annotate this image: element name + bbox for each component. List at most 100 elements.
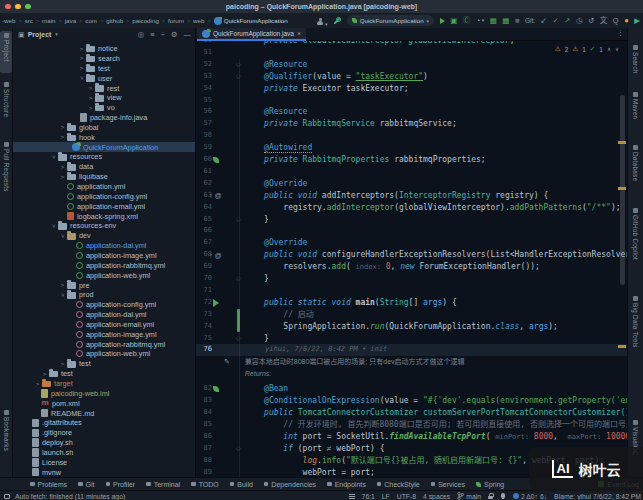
tree-item[interactable]: application-web.yml <box>13 349 195 359</box>
tree-item[interactable]: >resources-env <box>13 221 195 231</box>
tree-item[interactable]: >vo <box>13 103 195 113</box>
tool-window-button-todo[interactable]: TODO <box>191 481 219 488</box>
stripe-tab-project[interactable]: Project <box>0 31 12 73</box>
chevron-down-icon[interactable]: ▾ <box>482 13 485 28</box>
chevron-collapsed-icon[interactable]: > <box>58 281 67 289</box>
history-icon[interactable]: ◷ <box>576 13 583 28</box>
hide-panel-icon[interactable]: — <box>184 30 192 39</box>
tree-item[interactable]: README.md <box>13 408 195 418</box>
indent-setting[interactable]: 4 spaces <box>423 493 450 500</box>
grid-icon[interactable] <box>349 494 355 499</box>
project-panel-title[interactable]: Project <box>28 31 52 38</box>
tool-window-button-dependencies[interactable]: Dependencies <box>264 481 316 488</box>
tree-item[interactable]: paicoding-web.iml <box>13 388 195 398</box>
plugin-orange-icon[interactable]: ● <box>624 13 629 28</box>
tree-item[interactable]: launch.sh <box>13 448 195 458</box>
inspection-widget[interactable]: ⚠2⚠1✓1∧∨ <box>555 45 619 53</box>
tree-item[interactable]: deploy.sh <box>13 438 195 448</box>
bell-icon[interactable] <box>500 493 506 499</box>
tree-item[interactable]: >liquibase <box>13 172 195 182</box>
tree-item[interactable]: >global <box>13 123 195 133</box>
tree-item[interactable]: mvnw <box>13 467 195 477</box>
tree-item[interactable]: >test <box>13 63 195 73</box>
breadcrumb-item[interactable]: QuickForumApplication <box>224 17 288 24</box>
chevron-collapsed-icon[interactable]: > <box>58 133 67 141</box>
fold-marker-icon[interactable]: ◇ <box>236 71 241 83</box>
breadcrumb-item[interactable]: web <box>193 17 204 24</box>
tree-item[interactable]: >hook <box>13 132 195 142</box>
tree-item[interactable]: application-email.yml <box>13 201 195 211</box>
tree-item[interactable]: application-image.yml <box>13 329 195 339</box>
breadcrumb-item[interactable]: -web <box>2 17 15 24</box>
tree-item[interactable]: application-config.yml <box>13 191 195 201</box>
wrench-icon[interactable] <box>333 17 341 25</box>
locate-file-icon[interactable]: ◎ <box>138 30 145 39</box>
tree-item[interactable]: >search <box>13 54 195 64</box>
chevron-expanded-icon[interactable]: > <box>78 74 86 83</box>
chevron-collapsed-icon[interactable]: > <box>77 45 86 53</box>
next-issue-icon[interactable]: ∨ <box>615 46 619 52</box>
tree-item[interactable]: .gitignore <box>13 428 195 438</box>
collapse-all-icon[interactable]: ≡ <box>150 30 154 39</box>
stripe-tab-maven[interactable]: Maven <box>628 92 643 138</box>
fold-marker-icon[interactable]: ◇ <box>236 443 241 455</box>
prev-issue-icon[interactable]: ∧ <box>607 46 611 52</box>
editor-tab[interactable]: QuickForumApplication.java × <box>197 28 306 41</box>
fold-marker-icon[interactable]: ◇ <box>236 333 241 345</box>
override-gutter-icon[interactable]: ↑ <box>209 252 213 259</box>
spring-bean-gutter-icon[interactable] <box>213 386 219 392</box>
tree-item[interactable]: application-config.yml <box>13 300 195 310</box>
tree-item[interactable]: logback-spring.xml <box>13 211 195 221</box>
tree-item[interactable]: >data <box>13 162 195 172</box>
override-gutter-icon[interactable]: ↑ <box>209 192 213 199</box>
git-push-icon[interactable]: ↗ <box>564 13 570 28</box>
line-ending[interactable]: LF <box>382 493 390 500</box>
run-config-select[interactable]: QuickForumApplication▾ <box>347 15 434 26</box>
encoding[interactable]: UTF-8 <box>397 493 416 500</box>
stripe-tab-database[interactable]: Database <box>628 145 643 201</box>
breadcrumb[interactable]: -web>src>main>java>com>github>paicoding>… <box>0 17 288 25</box>
breadcrumb-item[interactable]: paicoding <box>132 17 159 24</box>
tree-item[interactable]: >target <box>13 379 195 389</box>
tree-item[interactable]: application-rabbitmq.yml <box>13 260 195 270</box>
stop-icon[interactable]: ■ <box>515 13 520 28</box>
settings-gear-icon[interactable]: ⚙ <box>171 30 178 39</box>
breadcrumb-item[interactable]: forum <box>168 17 184 24</box>
tree-item[interactable]: >dev <box>13 231 195 241</box>
tree-item[interactable]: >view <box>13 93 195 103</box>
tree-item[interactable]: >resources <box>13 152 195 162</box>
run-icon[interactable] <box>440 18 445 24</box>
chevron-collapsed-icon[interactable]: > <box>58 360 67 368</box>
tree-item[interactable]: mpom.xml <box>13 398 195 408</box>
rollback-icon[interactable]: ↺ <box>588 13 594 28</box>
stripe-tab-bookmarks[interactable]: Bookmarks <box>0 408 12 463</box>
chevron-collapsed-icon[interactable]: > <box>77 54 86 62</box>
chevron-collapsed-icon[interactable]: > <box>77 64 86 72</box>
tree-item[interactable]: application.yml <box>13 182 195 192</box>
chevron-down-icon[interactable]: ▼ <box>54 32 58 37</box>
git-update-icon[interactable]: ↙ <box>541 13 547 28</box>
chevron-collapsed-icon[interactable]: > <box>86 94 95 102</box>
translate-icon[interactable]: 文 <box>600 13 608 28</box>
stripe-tab-structure[interactable]: Structure <box>0 80 12 132</box>
chevron-expanded-icon[interactable]: > <box>59 290 67 299</box>
lock-icon[interactable] <box>488 493 493 499</box>
breadcrumb-item[interactable]: src <box>25 17 33 24</box>
profiler-icon[interactable]: ◔ <box>476 13 481 28</box>
stripe-tab-pull-requests[interactable]: Pull Requests <box>0 140 12 202</box>
chevron-expanded-icon[interactable]: > <box>50 221 58 230</box>
tool-window-toggle-icon[interactable] <box>4 494 10 499</box>
user-icon[interactable]: ▾ <box>317 12 328 30</box>
tool-window-button-terminal[interactable]: Terminal <box>146 481 180 488</box>
tool-window-button-git[interactable]: Git <box>78 481 94 488</box>
tree-item[interactable]: application-image.yml <box>13 251 195 261</box>
chevron-collapsed-icon[interactable]: > <box>40 370 49 378</box>
run-gutter-icon[interactable] <box>213 299 219 307</box>
annotation-gutter-icon[interactable]: @ <box>215 252 222 259</box>
tool-window-button-endpoints[interactable]: Endpoints <box>327 481 366 488</box>
fold-marker-icon[interactable]: ◇ <box>236 214 241 226</box>
tree-item[interactable]: application-rabbitmq.yml <box>13 339 195 349</box>
tree-item[interactable]: application-email.yml <box>13 320 195 330</box>
breadcrumb-item[interactable]: github <box>106 17 123 24</box>
tree-item[interactable]: QuickForumApplication <box>13 142 195 152</box>
